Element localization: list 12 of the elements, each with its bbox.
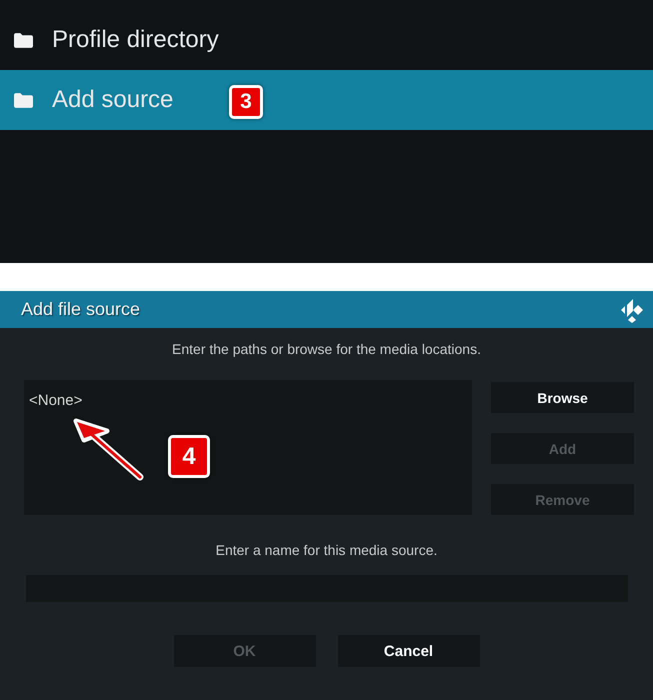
step-number-badge: 4 bbox=[168, 435, 210, 478]
path-item[interactable]: <None> bbox=[29, 392, 82, 410]
folder-icon bbox=[14, 92, 33, 108]
menu-item[interactable]: Profile directory bbox=[0, 10, 653, 70]
name-prompt-text: Enter a name for this media source. bbox=[216, 541, 438, 559]
dialog-title: Add file source bbox=[21, 299, 140, 320]
instruction-text: Enter the paths or browse for the media locations. bbox=[172, 340, 481, 358]
dialog-button[interactable]: Browse bbox=[491, 382, 634, 413]
dialog-button[interactable]: Cancel bbox=[338, 635, 480, 667]
step-number-badge: 3 bbox=[229, 85, 263, 119]
logo-icon bbox=[619, 296, 645, 322]
folder-icon bbox=[14, 32, 33, 48]
